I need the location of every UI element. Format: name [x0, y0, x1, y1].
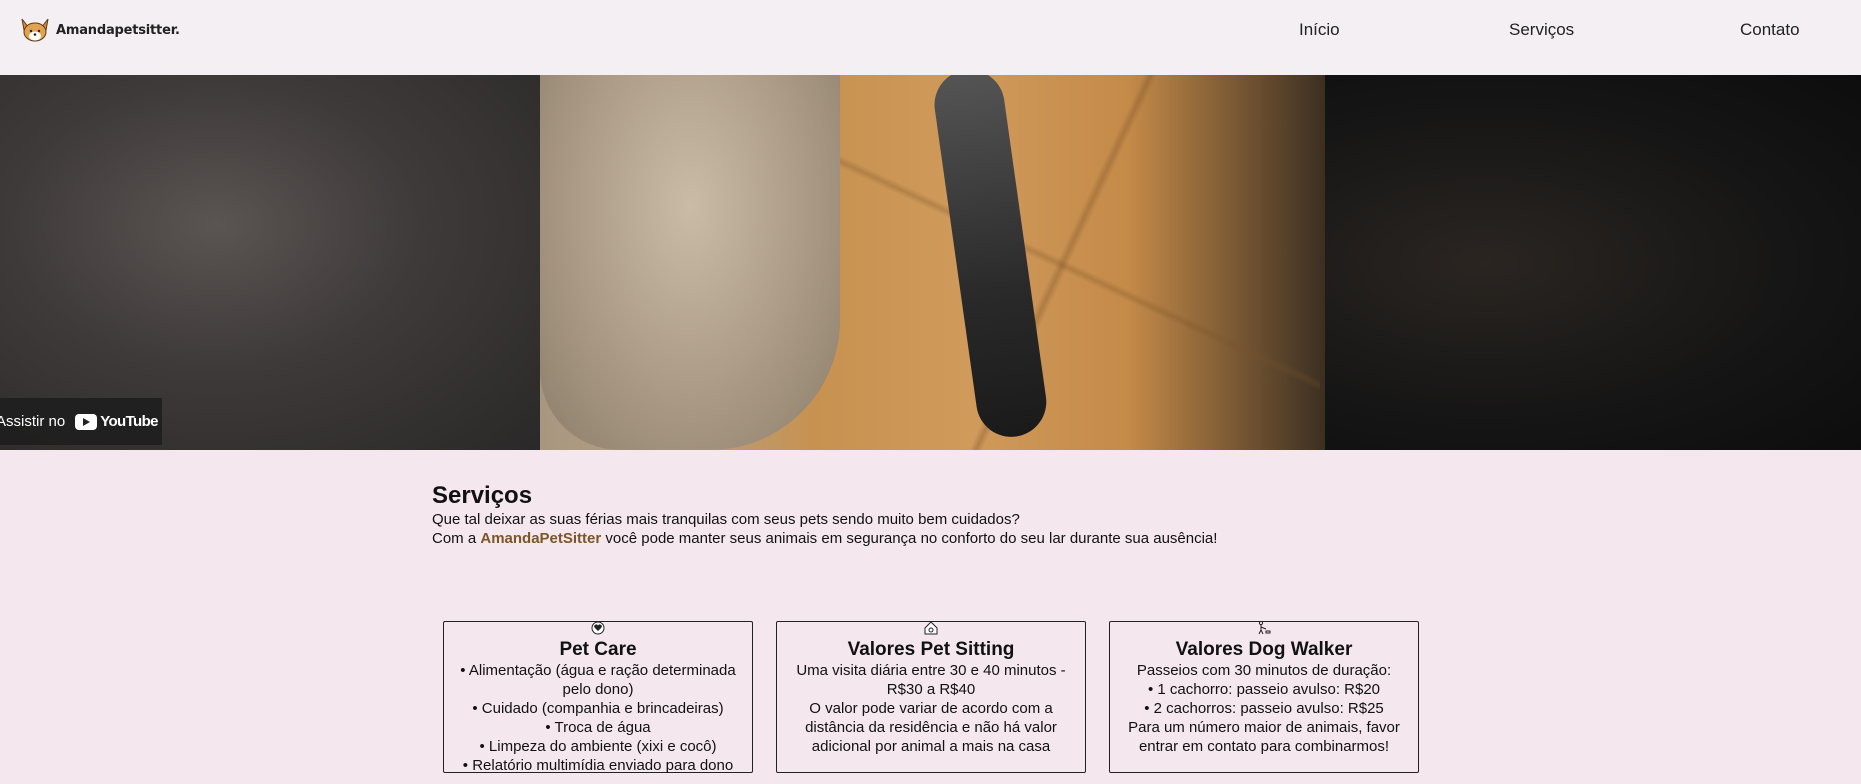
card-line: Passeios com 30 minutos de duração:: [1136, 662, 1392, 679]
youtube-video-embed[interactable]: [0, 75, 1861, 450]
services-intro-line1: Que tal deixar as suas férias mais tranq…: [432, 511, 1020, 528]
services-section: Serviços Que tal deixar as suas férias m…: [432, 482, 1432, 548]
watch-label: Assistir no: [0, 413, 66, 430]
card-title: Valores Pet Sitting: [847, 639, 1015, 660]
nav-link-servicos[interactable]: Serviços: [1509, 20, 1574, 40]
card-line: pelo dono): [562, 681, 634, 698]
nav-link-inicio[interactable]: Início: [1299, 20, 1340, 40]
card-line: • 2 cachorros: passeio avulso: R$25: [1144, 700, 1384, 717]
card-line: Para um número maior de animais, favor: [1128, 719, 1400, 736]
card-line: • Troca de água: [545, 719, 651, 736]
card-line: Uma visita diária entre 30 e 40 minutos …: [796, 662, 1066, 679]
youtube-play-icon: [75, 413, 98, 430]
card-line: • Alimentação (água e ração determinada: [460, 662, 736, 679]
card-line: distância da residência e não há valor: [805, 719, 1057, 736]
card-line: • Relatório multimídia enviado para dono: [462, 757, 734, 774]
logo-text: Amandapetsitter.: [56, 22, 180, 38]
corgi-icon: [21, 18, 49, 42]
youtube-logo: YouTube: [75, 413, 159, 430]
card-line: • 1 cachorro: passeio avulso: R$20: [1147, 681, 1381, 698]
pet-heart-icon: [591, 621, 605, 635]
card-title: Pet Care: [559, 639, 637, 660]
video-frame-left: [0, 75, 540, 450]
site-header: Amandapetsitter. Início Serviços Contato: [0, 0, 1861, 75]
logo[interactable]: Amandapetsitter.: [18, 15, 180, 45]
card-line: • Cuidado (companhia e brincadeiras): [472, 700, 724, 717]
card-title: Valores Dog Walker: [1175, 639, 1353, 660]
intro-text-after: você pode manter seus animais em seguran…: [601, 530, 1218, 547]
dog-walker-icon: [1258, 620, 1271, 635]
services-title: Serviços: [432, 482, 533, 509]
card-line: R$30 a R$40: [886, 681, 976, 698]
card-dog-walker: Valores Dog Walker Passeios com 30 minut…: [1109, 620, 1419, 773]
card-pet-sitting: Valores Pet Sitting Uma visita diária en…: [776, 621, 1086, 773]
card-line: O valor pode variar de acordo com a: [809, 700, 1053, 717]
nav-link-contato[interactable]: Contato: [1740, 20, 1800, 40]
card-pet-care: Pet Care • Alimentação (água e ração det…: [443, 621, 753, 774]
youtube-label: YouTube: [100, 413, 158, 430]
video-dog-image: [540, 75, 840, 450]
card-line: adicional por animal a mais na casa: [811, 738, 1051, 755]
card-line: • Limpeza do ambiente (xixi e cocô): [479, 738, 717, 755]
brand-name: AmandaPetSitter: [480, 530, 602, 547]
house-pet-icon: [924, 621, 938, 635]
watch-on-youtube-button[interactable]: Assistir no YouTube: [0, 398, 162, 445]
card-line: entrar em contato para combinarmos!: [1138, 738, 1390, 755]
services-intro-line2: Com a AmandaPetSitter você pode manter s…: [432, 529, 1432, 548]
video-frame-right: [1325, 75, 1861, 450]
video-floor-tiles: [820, 75, 1320, 450]
intro-text-before: Com a: [432, 530, 481, 547]
